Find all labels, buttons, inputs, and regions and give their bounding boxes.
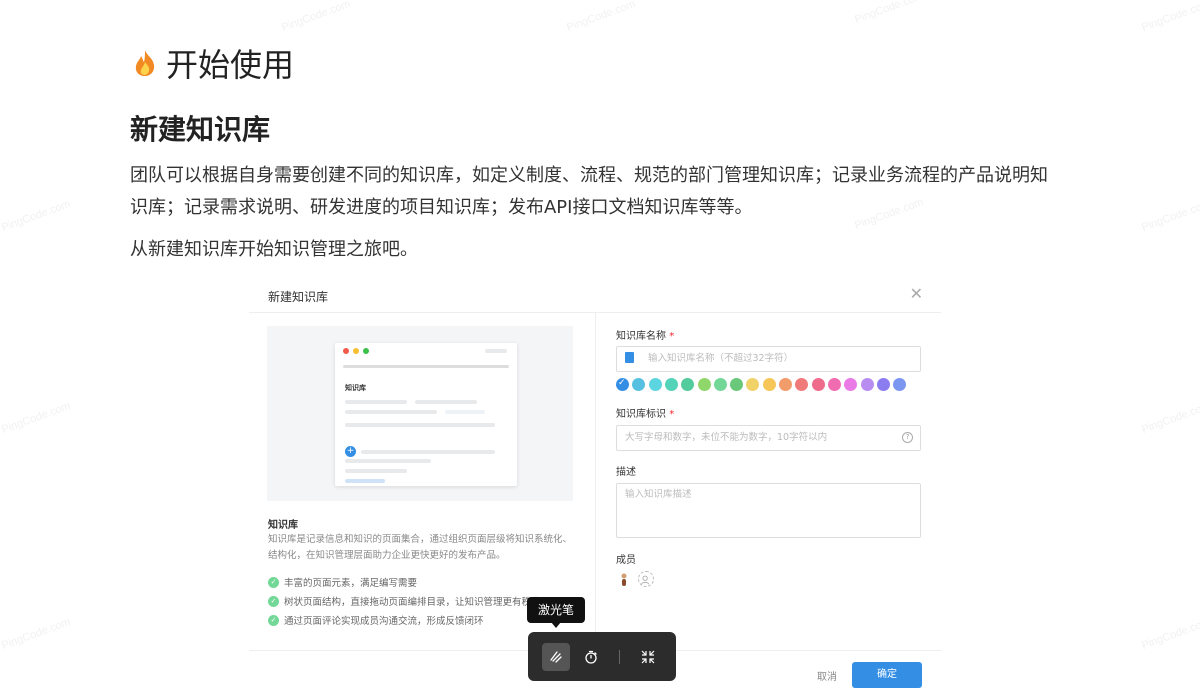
confirm-button[interactable]: 确定: [852, 662, 922, 688]
watermark: PingCode.com: [0, 198, 73, 234]
color-swatch[interactable]: [779, 378, 792, 391]
color-swatch-selected[interactable]: [616, 378, 629, 391]
mini-line: [345, 469, 407, 473]
color-swatch[interactable]: [827, 378, 841, 391]
mini-line: [345, 459, 431, 463]
preview-illustration: 知识库 +: [267, 326, 573, 501]
check-icon: ✓: [268, 576, 279, 588]
color-swatch[interactable]: [632, 378, 646, 391]
window-maximize-dot: [363, 348, 369, 354]
dialog-title: 新建知识库: [268, 290, 329, 304]
laser-pointer-icon: [550, 651, 562, 663]
color-swatch[interactable]: [713, 378, 727, 391]
mini-line: [445, 410, 485, 414]
info-description: 知识库是记录信息和知识的页面集合，通过组织页面层级将知识系统化、结构化，在知识管…: [268, 534, 573, 561]
name-placeholder: 输入知识库名称（不超过32字符）: [648, 353, 794, 364]
watermark: PingCode.com: [565, 0, 638, 34]
mini-line: [345, 400, 407, 404]
identifier-placeholder: 大写字母和数字，未位不能为数字，10字符以内: [625, 432, 828, 443]
window-close-dot: [343, 348, 349, 354]
mini-doc-title: 知识库: [345, 384, 366, 392]
required-mark: *: [669, 409, 675, 420]
color-swatch[interactable]: [860, 378, 874, 391]
section-title: 新建知识库: [130, 113, 271, 146]
laser-pointer-button[interactable]: [542, 643, 570, 671]
tooltip-arrow: [551, 622, 561, 628]
watermark: PingCode.com: [1140, 0, 1200, 34]
name-label: 知识库名称 *: [616, 327, 674, 342]
description-textarea[interactable]: 输入知识库描述: [616, 483, 921, 538]
color-swatch[interactable]: [844, 378, 858, 391]
page-title: 开始使用: [130, 40, 294, 86]
mini-line: [345, 423, 495, 427]
mini-toolbar: [343, 365, 509, 368]
book-icon[interactable]: [625, 352, 634, 363]
color-swatch[interactable]: [648, 378, 662, 391]
watermark: PingCode.com: [280, 0, 353, 34]
toolbar-separator: [619, 650, 620, 664]
name-label-text: 知识库名称: [616, 331, 666, 342]
mini-link-line: [345, 479, 385, 483]
feature-item: ✓ 通过页面评论实现成员沟通交流，形成反馈闭环: [268, 613, 484, 627]
feature-item: ✓ 树状页面结构，直接拖动页面编排目录，让知识管理更有秩序: [268, 594, 541, 608]
check-icon: ✓: [268, 614, 279, 626]
exit-fullscreen-icon: [641, 650, 655, 664]
identifier-input[interactable]: 大写字母和数字，未位不能为数字，10字符以内 ?: [616, 425, 921, 451]
exit-fullscreen-button[interactable]: [634, 643, 662, 671]
mini-line: [345, 410, 437, 414]
info-title: 知识库: [268, 520, 298, 531]
watermark: PingCode.com: [0, 616, 73, 652]
cancel-button[interactable]: 取消: [817, 668, 837, 683]
check-icon: ✓: [268, 595, 279, 607]
window-minimize-dot: [353, 348, 359, 354]
color-swatch[interactable]: [730, 378, 744, 391]
members-label: 成员: [616, 555, 636, 566]
color-swatch[interactable]: [893, 378, 907, 391]
mini-address-bar: [485, 349, 507, 353]
name-input[interactable]: 输入知识库名称（不超过32字符）: [616, 346, 921, 372]
identifier-label-text: 知识库标识: [616, 409, 666, 420]
watermark: PingCode.com: [1140, 198, 1200, 234]
laser-pointer-tooltip: 激光笔: [527, 597, 585, 623]
description-label: 描述: [616, 467, 636, 478]
mini-line: [415, 400, 477, 404]
watermark: PingCode.com: [1140, 616, 1200, 652]
fire-icon: [135, 50, 155, 76]
presentation-toolbar: [528, 632, 676, 681]
feature-text: 通过页面评论实现成员沟通交流，形成反馈闭环: [284, 616, 484, 627]
mini-editor-window: 知识库 +: [335, 343, 517, 486]
timer-icon: [585, 650, 597, 664]
color-swatch[interactable]: [681, 378, 695, 391]
watermark: PingCode.com: [853, 0, 926, 26]
required-mark: *: [669, 331, 675, 342]
timer-button[interactable]: [577, 643, 605, 671]
page-title-text: 开始使用: [166, 46, 295, 84]
mini-plus-icon: +: [345, 446, 356, 457]
feature-text: 树状页面结构，直接拖动页面编排目录，让知识管理更有秩序: [284, 597, 541, 608]
color-swatch[interactable]: [876, 378, 890, 391]
watermark: PingCode.com: [1140, 400, 1200, 436]
mini-line: [361, 450, 495, 454]
color-swatch[interactable]: [746, 378, 760, 391]
feature-item: ✓ 丰富的页面元素，满足编写需要: [268, 575, 417, 589]
outro-paragraph: 从新建知识库开始知识管理之旅吧。: [130, 239, 418, 260]
member-avatar[interactable]: [616, 571, 632, 587]
color-swatch[interactable]: [795, 378, 809, 391]
feature-text: 丰富的页面元素，满足编写需要: [284, 578, 418, 589]
help-icon[interactable]: ?: [902, 432, 913, 443]
intro-paragraph: 团队可以根据自身需要创建不同的知识库，如定义制度、流程、规范的部门管理知识库；记…: [130, 165, 1048, 218]
identifier-label: 知识库标识 *: [616, 405, 674, 420]
description-placeholder: 输入知识库描述: [625, 489, 692, 500]
add-member-icon[interactable]: [638, 571, 654, 587]
color-swatch[interactable]: [664, 378, 678, 391]
divider: [595, 312, 596, 650]
close-icon[interactable]: ✕: [910, 284, 923, 303]
color-swatch[interactable]: [811, 378, 825, 391]
watermark: PingCode.com: [0, 400, 73, 436]
color-swatch[interactable]: [697, 378, 711, 391]
color-swatch[interactable]: [762, 378, 776, 391]
